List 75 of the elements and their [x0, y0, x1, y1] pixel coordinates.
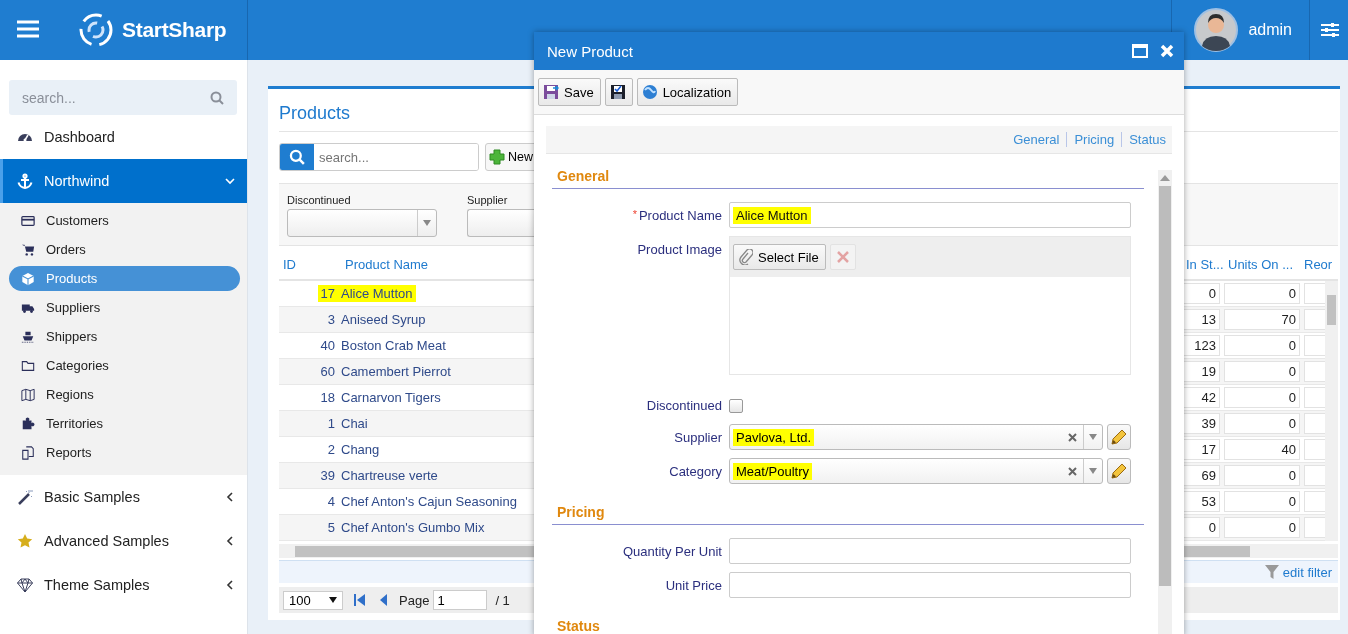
lookup-dropdown[interactable]: Meat/Poultry [729, 458, 1103, 484]
menu-item[interactable]: Orders [9, 237, 240, 262]
section-title: General [557, 168, 610, 184]
table-cell: 1 [327, 416, 335, 431]
field-label: Quantity Per Unit [623, 543, 722, 559]
product-link[interactable]: Camembert Pierrot [341, 364, 451, 379]
section-title: Status [557, 618, 600, 634]
field-label: Supplier [674, 429, 722, 445]
field-label: Category [669, 463, 722, 479]
table-cell: 18 [320, 390, 335, 405]
section-title: Pricing [557, 504, 605, 520]
menu-item[interactable]: Shippers [9, 324, 240, 349]
menu-item[interactable]: Categories [9, 353, 240, 378]
table-cell: 3 [327, 312, 335, 327]
product-link[interactable]: Alice Mutton [338, 285, 416, 302]
field-label: Discontinued [646, 398, 722, 413]
menu-item[interactable]: Reports [9, 440, 240, 465]
number-field[interactable]: 70 [1224, 309, 1300, 330]
number-field[interactable]: 0 [1224, 413, 1300, 434]
page-field[interactable]: 1 [433, 590, 488, 610]
table-cell: 39 [320, 468, 335, 483]
edit-filter-link[interactable]: edit filter [1264, 564, 1332, 580]
localization-button[interactable]: Localization [636, 78, 739, 106]
field-label: Product Image [637, 242, 722, 257]
table-cell: 5 [327, 520, 335, 535]
number-field[interactable]: 0 [1224, 283, 1300, 304]
product-link[interactable]: Aniseed Syrup [341, 312, 426, 327]
table-cell: 40 [320, 338, 335, 353]
table-cell: 2 [327, 442, 335, 457]
product-link[interactable]: Chef Anton's Cajun Seasoning [341, 494, 517, 509]
menu-item[interactable]: Basic Samples [0, 475, 247, 519]
field-label: Product Name [638, 207, 722, 223]
product-link[interactable]: Chang [341, 442, 380, 457]
search-field[interactable]: search... [279, 143, 479, 171]
menu-item[interactable]: Customers [9, 208, 240, 233]
search-field[interactable]: search... [9, 80, 237, 115]
filter-label: Discontinued [287, 194, 352, 206]
menu-item[interactable]: Dashboard [0, 115, 247, 159]
column-header[interactable]: Units On ... [1224, 256, 1304, 272]
column-header[interactable]: Reor [1304, 256, 1338, 272]
page-size-dropdown[interactable]: 100 [283, 590, 343, 610]
number-field[interactable]: 0 [1224, 387, 1300, 408]
table-cell: 17 [317, 285, 338, 302]
product-link[interactable]: Chef Anton's Gumbo Mix [341, 520, 485, 535]
lookup-dropdown[interactable]: Pavlova, Ltd. [729, 424, 1103, 450]
number-field[interactable]: 0 [1224, 465, 1300, 486]
save-button[interactable]: Save [538, 78, 601, 106]
select-file-button[interactable]: Select File [733, 244, 826, 270]
number-field[interactable]: 0 [1224, 491, 1300, 512]
required-mark: * [632, 207, 637, 220]
product-link[interactable]: Boston Crab Meat [341, 338, 446, 353]
number-field[interactable]: 0 [1224, 335, 1300, 356]
table-cell: 60 [320, 364, 335, 379]
number-field[interactable]: 0 [1224, 361, 1300, 382]
number-field[interactable]: 0 [1224, 517, 1300, 538]
app-name: StartSharp [122, 18, 227, 42]
page-label: Page [399, 592, 430, 608]
field-label: Unit Price [665, 577, 722, 593]
menu-item[interactable]: Theme Samples [0, 563, 247, 607]
menu-item[interactable]: Advanced Samples [0, 519, 247, 563]
number-field[interactable]: 40 [1224, 439, 1300, 460]
text-field[interactable]: Alice Mutton [729, 202, 1131, 228]
dialog-title: New Product [547, 42, 634, 60]
filter-label: Supplier [467, 194, 509, 206]
product-link[interactable]: Chartreuse verte [341, 468, 438, 483]
menu-item[interactable]: Northwind [0, 159, 247, 203]
page-total: / 1 [495, 592, 510, 608]
table-cell: 4 [327, 494, 335, 509]
product-link[interactable]: Carnarvon Tigers [341, 390, 441, 405]
menu-item[interactable]: Territories [9, 411, 240, 436]
menu-item[interactable]: Regions [9, 382, 240, 407]
menu-item[interactable]: Suppliers [9, 295, 240, 320]
user-name[interactable]: admin [1248, 21, 1292, 39]
column-header[interactable]: ID [279, 256, 341, 272]
product-link[interactable]: Chai [341, 416, 368, 431]
